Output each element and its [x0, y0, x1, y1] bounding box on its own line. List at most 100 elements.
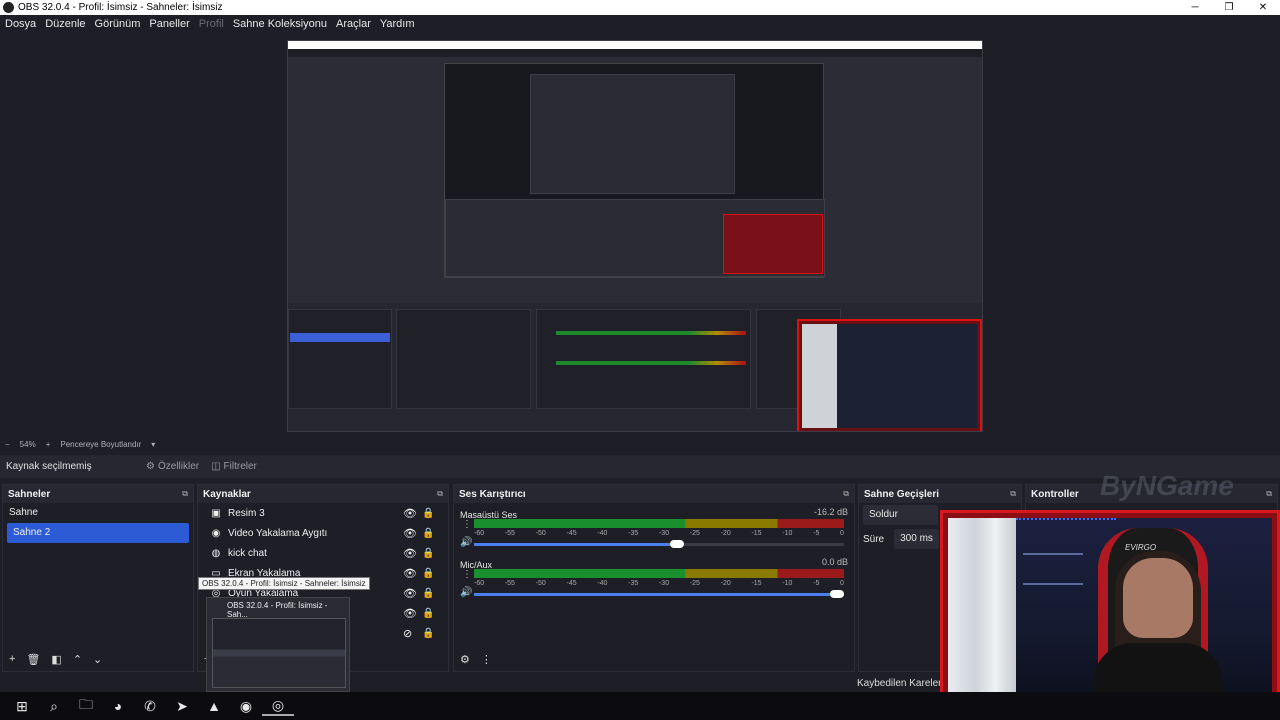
- source-item[interactable]: ▣ Resim 3 👁 🔒: [198, 503, 448, 523]
- app-icon[interactable]: ◉: [230, 698, 262, 715]
- meter-tick: -55: [504, 580, 515, 587]
- volume-slider[interactable]: [474, 540, 844, 548]
- preview-area[interactable]: [0, 33, 1280, 437]
- taskbar-thumbnail[interactable]: OBS 32.0.4 - Profil: İsimsiz - Sah...: [206, 597, 350, 692]
- meter-tick: -5: [813, 530, 820, 537]
- menu-scene-collection[interactable]: Sahne Koleksiyonu: [233, 18, 327, 30]
- mixer-channel: Masaüstü Ses -16.2 dB ⋮ -60 -55 -50 -45 -40-…: [454, 503, 854, 553]
- meter-tick: -15: [751, 530, 762, 537]
- menu-profile[interactable]: Profil: [199, 18, 224, 30]
- mixer-title: Ses Karıştırıcı: [459, 488, 526, 500]
- meter-tick: -5: [813, 580, 820, 587]
- meter-tick: -55: [504, 530, 515, 537]
- meter-ticks: -60 -55 -50 -45 -40 -35 -30 -25 -20 -15 -10 -5 0: [474, 580, 844, 587]
- lock-icon[interactable]: 🔒: [422, 528, 434, 539]
- browser-icon: ◍: [211, 547, 221, 559]
- menu-edit[interactable]: Düzenle: [45, 18, 85, 30]
- volume-meter: [474, 569, 844, 578]
- undock-icon[interactable]: ⧉: [1266, 489, 1272, 499]
- trash-icon[interactable]: 🗑: [26, 653, 40, 666]
- image-icon: ▣: [211, 507, 221, 519]
- add-scene-button[interactable]: +: [9, 653, 15, 665]
- zoom-out-button[interactable]: −: [5, 440, 10, 449]
- eye-icon[interactable]: 👁: [403, 527, 417, 540]
- source-item[interactable]: ◍ kick chat 👁 🔒: [198, 543, 448, 563]
- search-icon[interactable]: ⌕: [38, 698, 70, 715]
- more-options-icon[interactable]: ⋮: [462, 519, 472, 530]
- minimize-button[interactable]: ─: [1178, 0, 1212, 15]
- scene-item-selected[interactable]: Sahne 2: [7, 523, 189, 543]
- app-icon[interactable]: ▲: [198, 698, 230, 714]
- lock-icon[interactable]: 🔒: [422, 508, 434, 519]
- dropped-frames-status: Kaybedilen Kareler 3: [857, 678, 950, 689]
- meter-tick: -35: [628, 580, 639, 587]
- zoom-in-button[interactable]: +: [46, 440, 51, 449]
- close-button[interactable]: ✕: [1246, 0, 1280, 15]
- chevron-down-icon[interactable]: ▾: [151, 440, 155, 449]
- audio-mixer-dock: Ses Karıştırıcı ⧉ Masaüstü Ses -16.2 dB …: [453, 484, 855, 672]
- no-source-label: Kaynak seçilmemiş: [6, 461, 92, 472]
- webcam-overlay: EVIRGO: [940, 510, 1280, 710]
- duration-field[interactable]: 300 ms: [894, 529, 940, 549]
- gear-icon[interactable]: ⚙: [460, 653, 470, 666]
- mixer-toolbar: ⚙ ⋮: [454, 647, 854, 671]
- source-item[interactable]: ◉ Video Yakalama Aygıtı 👁 🔒: [198, 523, 448, 543]
- meter-tick: -45: [566, 580, 577, 587]
- menu-file[interactable]: Dosya: [5, 18, 36, 30]
- meter-tick: -35: [628, 530, 639, 537]
- telegram-icon[interactable]: ➤: [166, 698, 198, 715]
- duration-label: Süre: [863, 533, 885, 545]
- obs-taskbar-icon[interactable]: ◎: [262, 697, 294, 716]
- preview-canvas[interactable]: [287, 40, 983, 432]
- transition-select[interactable]: Soldur: [863, 505, 938, 525]
- nested-obs-preview: [444, 63, 825, 278]
- move-up-icon[interactable]: ⌃: [73, 653, 82, 666]
- menu-docks[interactable]: Paneller: [149, 18, 189, 30]
- lock-icon[interactable]: 🔒: [422, 628, 434, 639]
- scale-mode-label[interactable]: Pencereye Boyutlandır: [60, 440, 141, 449]
- undock-icon[interactable]: ⧉: [1010, 489, 1016, 499]
- thumbnail-preview: [212, 618, 346, 688]
- meter-tick: -25: [689, 580, 700, 587]
- more-options-icon[interactable]: ⋮: [481, 653, 492, 666]
- meter-tick: -10: [782, 580, 793, 587]
- volume-slider[interactable]: [474, 590, 844, 598]
- sources-title: Kaynaklar: [203, 488, 251, 500]
- file-explorer-icon[interactable]: 🗀: [70, 694, 102, 718]
- undock-icon[interactable]: ⧉: [182, 489, 188, 499]
- menu-tools[interactable]: Araçlar: [336, 18, 371, 30]
- eye-icon[interactable]: 👁: [403, 607, 417, 620]
- chrome-icon[interactable]: ◕: [102, 698, 134, 714]
- properties-button[interactable]: ⚙ Özellikler: [146, 461, 199, 472]
- filters-button[interactable]: ◫ Filtreler: [211, 461, 257, 472]
- undock-icon[interactable]: ⧉: [437, 489, 443, 499]
- zoom-level: 54%: [19, 440, 36, 449]
- menu-view[interactable]: Görünüm: [95, 18, 141, 30]
- undock-icon[interactable]: ⧉: [843, 489, 849, 499]
- eye-icon[interactable]: 👁: [403, 507, 417, 520]
- speaker-icon[interactable]: 🔊: [460, 587, 472, 598]
- lock-icon[interactable]: 🔒: [422, 548, 434, 559]
- eye-hidden-icon[interactable]: ⊘: [403, 627, 412, 640]
- eye-icon[interactable]: 👁: [403, 567, 417, 580]
- context-bar: Kaynak seçilmemiş ⚙ Özellikler ◫ Filtrel…: [0, 455, 1280, 478]
- meter-tick: 0: [840, 530, 844, 537]
- scene-item[interactable]: Sahne: [3, 503, 193, 523]
- speaker-icon[interactable]: 🔊: [460, 537, 472, 548]
- move-down-icon[interactable]: ⌄: [93, 653, 102, 666]
- menu-help[interactable]: Yardım: [380, 18, 415, 30]
- lock-icon[interactable]: 🔒: [422, 608, 434, 619]
- maximize-button[interactable]: ❐: [1212, 0, 1246, 15]
- lock-icon[interactable]: 🔒: [422, 588, 434, 599]
- more-options-icon[interactable]: ⋮: [462, 569, 472, 580]
- meter-ticks: -60 -55 -50 -45 -40 -35 -30 -25 -20 -15 -10 -5 0: [474, 530, 844, 537]
- scene-filters-icon[interactable]: ◧: [51, 653, 61, 666]
- meter-tick: -60: [474, 530, 485, 537]
- windows-start-icon[interactable]: ⊞: [6, 698, 38, 715]
- eye-icon[interactable]: 👁: [403, 587, 417, 600]
- whatsapp-icon[interactable]: ✆: [134, 698, 166, 715]
- lock-icon[interactable]: 🔒: [422, 568, 434, 579]
- channel-db: 0.0 dB: [821, 557, 848, 567]
- eye-icon[interactable]: 👁: [403, 547, 417, 560]
- meter-tick: -60: [474, 580, 485, 587]
